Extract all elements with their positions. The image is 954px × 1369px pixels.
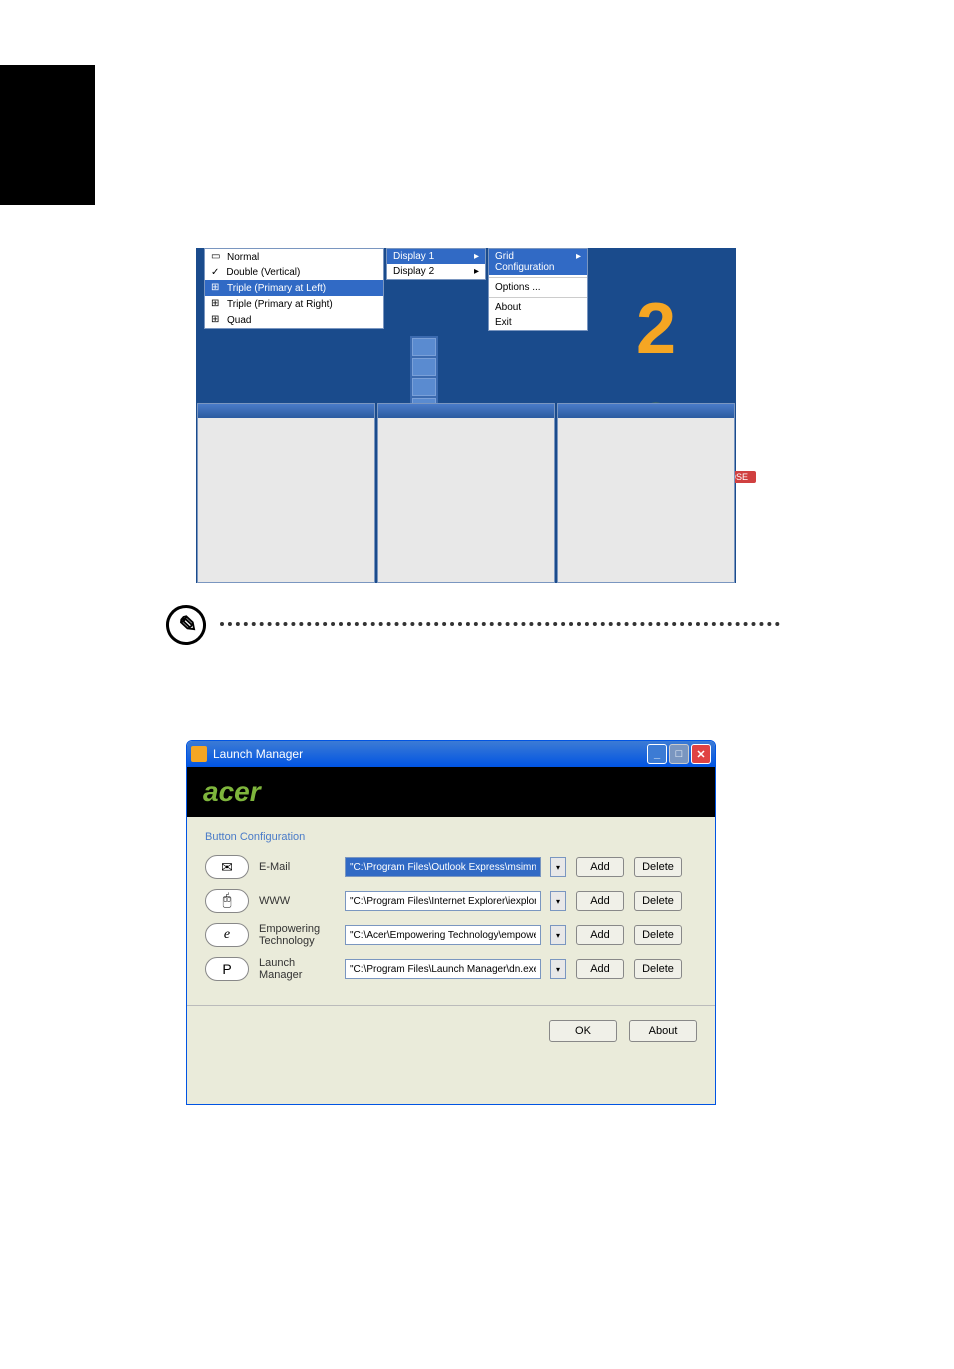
add-button[interactable]: Add [576,925,624,945]
sub-titlebar [378,404,554,418]
delete-button[interactable]: Delete [634,925,682,945]
menu-label: Normal [227,252,259,263]
menu-divider [489,277,587,278]
key-label: Empowering Technology [259,923,335,947]
menu-label: Triple (Primary at Left) [227,283,326,294]
dropdown-arrow-icon[interactable]: ▾ [550,857,566,877]
close-button[interactable]: ✕ [691,744,711,764]
grid-config-item[interactable]: Grid Configuration ▸ [489,249,587,275]
layout-menu: ▭ Normal Double (Vertical) ⊞ Triple (Pri… [204,248,384,329]
menu-item-double[interactable]: Double (Vertical) [205,265,383,280]
config-label: About [495,302,521,313]
add-button[interactable]: Add [576,891,624,911]
minimize-button[interactable]: _ [647,744,667,764]
gridvista-screenshot: ▭ Normal Double (Vertical) ⊞ Triple (Pri… [196,248,736,583]
e-icon: e [224,927,230,943]
options-item[interactable]: Options ... [489,280,587,295]
p-icon: P [222,961,231,977]
about-item[interactable]: About [489,300,587,315]
delete-button[interactable]: Delete [634,959,682,979]
arrow-right-icon: ▸ [474,251,479,262]
config-label: Exit [495,317,512,328]
window-title: Launch Manager [191,746,303,762]
config-label: Options ... [495,282,541,293]
config-row-empowering: e Empowering Technology ▾ Add Delete [205,923,697,947]
menu-item-quad[interactable]: ⊞ Quad [205,312,383,328]
add-button[interactable]: Add [576,857,624,877]
maximize-button: □ [669,744,689,764]
menu-label: Triple (Primary at Right) [227,299,333,310]
config-row-email: ✉ E-Mail ▾ Add Delete [205,855,697,879]
note-icon: ✎ [163,602,209,648]
about-button[interactable]: About [629,1020,697,1042]
config-submenu: Grid Configuration ▸ Options ... About E… [488,248,588,331]
key-button-empowering[interactable]: e [205,923,249,947]
side-tab [0,65,95,205]
ok-button[interactable]: OK [549,1020,617,1042]
exit-item[interactable]: Exit [489,315,587,330]
region-number-2: 2 [636,288,676,370]
sub-windows-row [196,403,736,583]
key-label: Launch Manager [259,957,335,981]
footer: OK About [187,1005,715,1056]
path-input-email[interactable] [345,857,541,877]
toolbar-icon[interactable] [412,358,436,376]
section-label: Button Configuration [205,831,697,843]
sub-titlebar [558,404,734,418]
menu-label: Quad [227,315,251,326]
dotted-divider [220,622,780,626]
key-button-p[interactable]: P [205,957,249,981]
sub-window-2 [377,403,555,583]
menu-divider [489,297,587,298]
single-icon: ▭ [211,251,223,263]
config-row-www: 🖰 WWW ▾ Add Delete [205,889,697,913]
acer-logo: acer [203,776,261,808]
key-label: WWW [259,895,335,907]
toolbar-icon[interactable] [412,338,436,356]
globe-icon: 🖰 [222,892,232,910]
arrow-right-icon: ▸ [474,266,479,277]
window-controls: _ □ ✕ [647,744,711,764]
key-button-www[interactable]: 🖰 [205,889,249,913]
body: Button Configuration ✉ E-Mail ▾ Add Dele… [187,817,715,1005]
path-input-empowering[interactable] [345,925,541,945]
menu-item-triple-right[interactable]: ⊞ Triple (Primary at Right) [205,296,383,312]
display-label: Display 1 [393,251,434,262]
config-row-launchmgr: P Launch Manager ▾ Add Delete [205,957,697,981]
title-text: Launch Manager [213,747,303,761]
app-icon [191,746,207,762]
titlebar[interactable]: Launch Manager _ □ ✕ [187,741,715,767]
triple-right-icon: ⊞ [211,298,223,310]
toolbar-icon[interactable] [412,378,436,396]
menu-label: Double (Vertical) [226,267,300,278]
path-input-www[interactable] [345,891,541,911]
dropdown-arrow-icon[interactable]: ▾ [550,959,566,979]
display-label: Display 2 [393,266,434,277]
delete-button[interactable]: Delete [634,891,682,911]
display-2-item[interactable]: Display 2 ▸ [387,264,485,279]
brand-header: acer [187,767,715,817]
sub-titlebar [198,404,374,418]
path-input-launchmgr[interactable] [345,959,541,979]
display-submenu: Display 1 ▸ Display 2 ▸ [386,248,486,280]
sub-window-3 [557,403,735,583]
sub-window-1 [197,403,375,583]
triple-left-icon: ⊞ [211,282,223,294]
add-button[interactable]: Add [576,959,624,979]
menu-item-normal[interactable]: ▭ Normal [205,249,383,265]
delete-button[interactable]: Delete [634,857,682,877]
display-1-item[interactable]: Display 1 ▸ [387,249,485,264]
config-label: Grid Configuration [495,251,576,273]
dropdown-arrow-icon[interactable]: ▾ [550,891,566,911]
arrow-right-icon: ▸ [576,251,581,273]
quad-icon: ⊞ [211,314,223,326]
key-button-email[interactable]: ✉ [205,855,249,879]
menu-item-triple-left[interactable]: ⊞ Triple (Primary at Left) [205,280,383,296]
launch-manager-window: Launch Manager _ □ ✕ acer Button Configu… [186,740,716,1105]
key-label: E-Mail [259,861,335,873]
mail-icon: ✉ [221,859,233,876]
dropdown-arrow-icon[interactable]: ▾ [550,925,566,945]
